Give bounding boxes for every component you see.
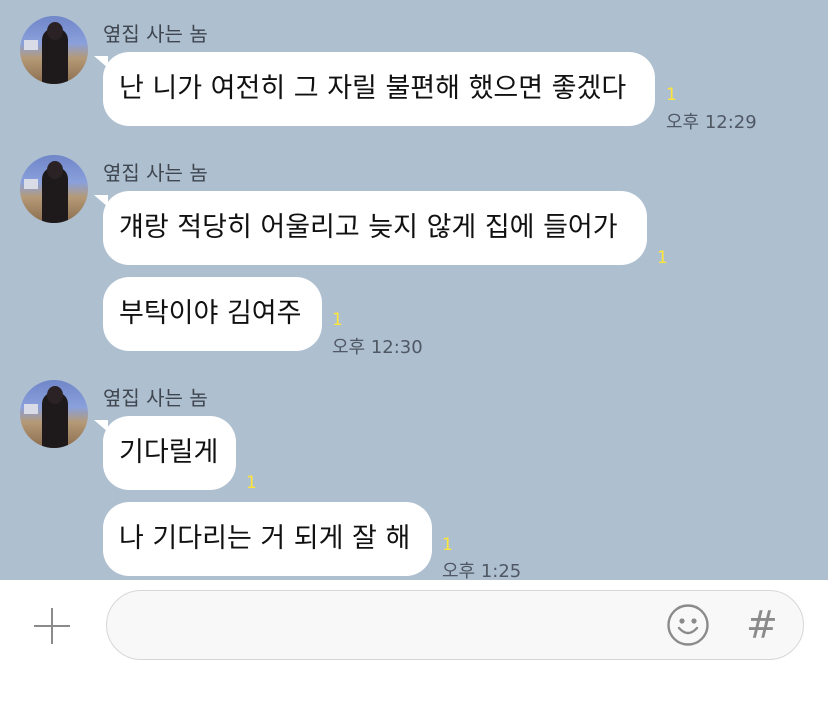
unread-count: 1 [246,473,257,493]
avatar[interactable] [20,380,88,448]
plus-icon[interactable] [34,608,70,644]
message-time: 오후 1:25 [442,561,522,580]
unread-count: 1 [657,248,668,268]
unread-count: 1 [666,85,677,105]
message-bubble[interactable]: 걔랑 적당히 어울리고 늦지 않게 집에 들어가 [94,191,647,265]
message-time: 오후 12:29 [666,112,757,133]
message-bubble[interactable]: 나 기다리는 거 되게 잘 해 [103,502,432,576]
unread-count: 1 [332,310,343,330]
chat-area: 옆집 사는 놈 난 니가 여전히 그 자릴 불편해 했으면 좋겠다 1 오후 1… [0,0,828,580]
emoji-icon[interactable] [666,603,710,647]
message-time: 오후 12:30 [332,337,423,358]
message-bubble[interactable]: 부탁이야 김여주 [103,277,322,351]
sender-name: 옆집 사는 놈 [103,386,208,410]
avatar[interactable] [20,16,88,84]
avatar[interactable] [20,155,88,223]
message-bubble[interactable]: 난 니가 여전히 그 자릴 불편해 했으면 좋겠다 [94,52,655,126]
unread-count: 1 [442,535,453,555]
sender-name: 옆집 사는 놈 [103,22,208,46]
message-bubble[interactable]: 기다릴게 [94,416,236,490]
hashtag-icon[interactable]: # [746,603,778,647]
sender-name: 옆집 사는 놈 [103,161,208,185]
